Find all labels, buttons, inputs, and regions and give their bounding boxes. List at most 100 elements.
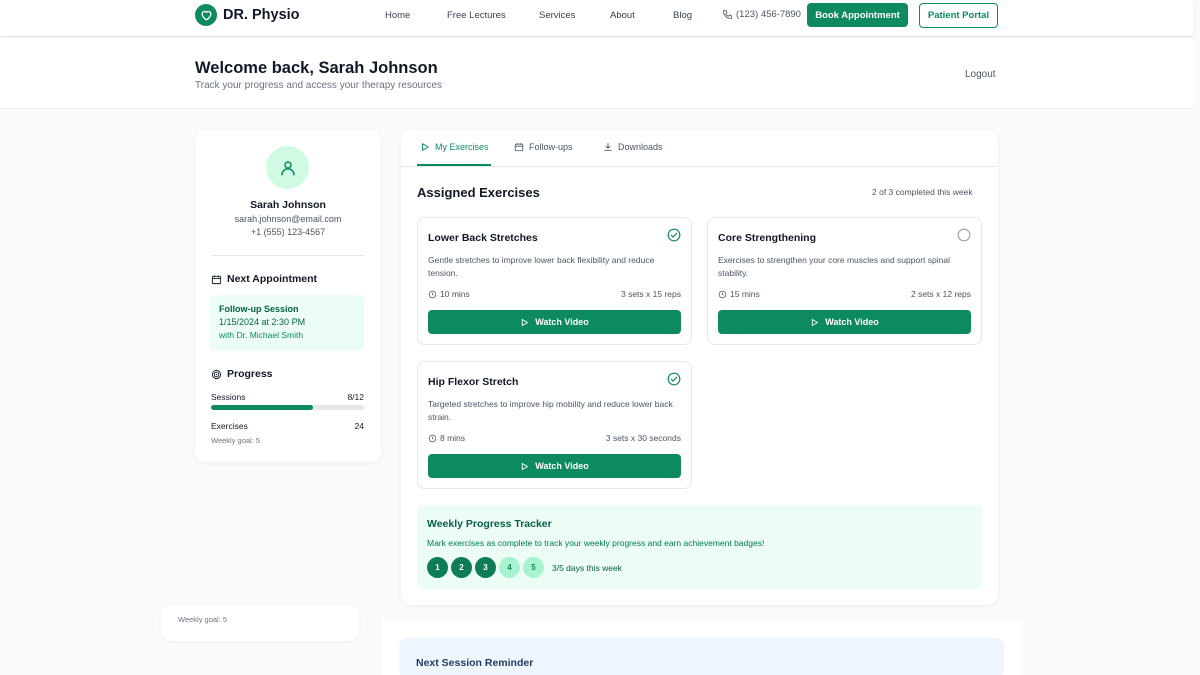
heart-icon [195,4,217,26]
appointment-type: Follow-up Session [219,304,299,314]
weekly-goal: Weekly goal: 5 [211,436,261,445]
phone-icon [722,9,733,20]
logo-text: DR. Physio [223,7,300,23]
duration-text: 10 mins [440,289,470,299]
book-appointment-button[interactable]: Book Appointment [807,3,908,27]
avatar [266,146,309,189]
appointment-doctor: with Dr. Michael Smith [219,330,304,340]
exercise-duration: 8 mins [428,433,465,443]
duration-text: 8 mins [440,433,466,443]
weekly-goal: Weekly goal: 5 [178,615,228,624]
play-icon [522,462,529,470]
logo[interactable]: DR. Physio [195,4,300,26]
exercise-sets: 3 sets x 15 reps [620,289,681,299]
completion-count: 2 of 3 completed this week [872,187,973,197]
exercise-description: Gentle stretches to improve lower back f… [428,255,655,278]
tab-follow-ups[interactable]: Follow-ups [514,142,573,152]
calendar-icon [514,143,524,152]
watch-video-label: Watch Video [825,317,879,327]
watch-video-label: Watch Video [535,317,589,327]
day-badge[interactable]: 5 [523,557,544,578]
exercises-row: Exercises 24 [211,421,364,431]
exercise-description: Exercises to strengthen your core muscle… [718,255,950,278]
profile-sidebar: Sarah Johnson sarah.johnson@email.com +1… [195,130,381,462]
weekly-progress-tracker: Weekly Progress Tracker Mark exercises a… [417,505,982,589]
clock-icon [718,290,727,298]
progress-label: Progress [227,368,273,380]
tab-label: My Exercises [435,142,489,152]
clock-icon [428,290,437,298]
duplicate-sidebar-fragment: Weekly goal: 5 [161,605,359,641]
page-subtitle: Track your progress and access your ther… [195,80,442,91]
calendar-icon [211,274,222,284]
play-icon [522,318,529,326]
sessions-value: 8/12 [347,392,364,402]
day-badge[interactable]: 1 [427,557,448,578]
day-badge[interactable]: 2 [451,557,472,578]
tracker-title: Weekly Progress Tracker [427,518,552,530]
exercise-sets: 3 sets x 30 seconds [605,433,681,443]
top-nav: DR. Physio Home Free Lectures Services A… [0,0,1193,37]
exercise-card: Core Strengthening Exercises to strength… [707,217,982,345]
day-indicators: 1 2 3 4 5 3/5 days this week [427,557,622,578]
profile-email: sarah.johnson@email.com [234,214,342,224]
tab-bar: My Exercises Follow-ups Downloads [401,130,998,167]
exercise-duration: 15 mins [718,289,760,299]
check-circle-icon[interactable] [667,228,681,242]
divider [211,255,365,256]
tab-downloads[interactable]: Downloads [603,142,663,152]
nav-link-blog[interactable]: Blog [673,10,692,21]
exercise-card: Hip Flexor Stretch Targeted stretches to… [417,361,692,489]
target-icon [211,369,222,379]
exercise-title: Hip Flexor Stretch [428,376,519,388]
sessions-row: Sessions 8/12 [211,392,364,402]
page-header: Welcome back, Sarah Johnson Track your p… [0,38,1193,109]
sessions-progress-bar [211,405,364,410]
clock-icon [428,434,437,442]
profile-phone: +1 (555) 123-4567 [250,227,326,237]
exercise-sets: 2 sets x 12 reps [910,289,971,299]
exercises-value: 24 [354,421,364,431]
exercise-title: Core Strengthening [718,232,817,244]
tab-label: Downloads [618,142,663,152]
active-tab-indicator [417,164,491,166]
check-circle-icon[interactable] [667,372,681,386]
next-session-reminder: Next Session Reminder [399,638,1004,675]
appointment-card[interactable]: Follow-up Session 1/15/2024 at 2:30 PM w… [210,295,364,351]
reminder-title: Next Session Reminder [416,657,534,669]
empty-circle-icon[interactable] [957,228,971,242]
watch-video-button[interactable]: Watch Video [428,310,681,334]
page-title: Welcome back, Sarah Johnson [195,59,438,77]
user-icon [280,160,295,175]
main-panel: My Exercises Follow-ups Downloads Assign… [401,130,998,605]
tab-my-exercises[interactable]: My Exercises [420,142,489,152]
duration-text: 15 mins [730,289,760,299]
play-icon [422,143,429,151]
phone-link[interactable]: (123) 456-7890 [722,9,801,20]
day-badge[interactable]: 4 [499,557,520,578]
watch-video-button[interactable]: Watch Video [428,454,681,478]
next-appointment-label: Next Appointment [227,273,318,285]
phone-number: (123) 456-7890 [736,9,801,20]
nav-link-home[interactable]: Home [385,10,410,21]
watch-video-label: Watch Video [535,461,589,471]
nav-link-about[interactable]: About [610,10,635,21]
day-badge[interactable]: 3 [475,557,496,578]
profile-name: Sarah Johnson [250,199,326,211]
patient-portal-button[interactable]: Patient Portal [919,3,998,28]
section-title: Assigned Exercises [417,185,540,200]
exercises-label: Exercises [211,421,248,431]
exercise-title: Lower Back Stretches [428,232,538,244]
nav-link-free-lectures[interactable]: Free Lectures [447,10,506,21]
progress-heading: Progress [211,368,273,380]
exercise-card: Lower Back Stretches Gentle stretches to… [417,217,692,345]
exercise-description: Targeted stretches to improve hip mobili… [428,399,673,422]
next-appointment-heading: Next Appointment [211,273,317,285]
sessions-progress-fill [211,405,314,410]
tracker-subtitle: Mark exercises as complete to track your… [427,538,765,548]
nav-link-services[interactable]: Services [539,10,575,21]
sessions-label: Sessions [211,392,246,402]
download-icon [604,142,612,151]
watch-video-button[interactable]: Watch Video [718,310,971,334]
logout-button[interactable]: Logout [965,69,996,80]
